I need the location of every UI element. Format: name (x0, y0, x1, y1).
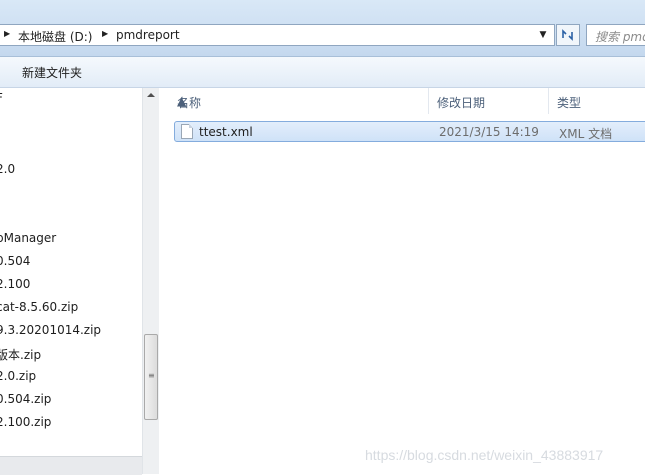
column-header-modified[interactable]: 修改日期 (429, 88, 549, 114)
nav-item[interactable]: 版本.zip (0, 346, 41, 363)
nav-item[interactable]: pManager (0, 231, 56, 245)
breadcrumb-chevron-icon[interactable]: ▶ (102, 29, 108, 38)
file-name: ttest.xml (199, 125, 253, 139)
breadcrumb-chevron-icon[interactable]: ▶ (4, 29, 10, 38)
nav-item[interactable]: F (0, 91, 3, 105)
navigation-scrollbar[interactable]: ≡ (142, 88, 159, 474)
file-icon (181, 124, 193, 139)
breadcrumb-drive[interactable]: 本地磁盘 (D:) (18, 28, 92, 45)
refresh-button[interactable] (556, 24, 580, 46)
file-type: XML 文档 (559, 127, 613, 141)
nav-item[interactable]: 2.0.zip (0, 369, 36, 383)
nav-item[interactable]: 2.0 (0, 162, 15, 176)
refresh-icon (562, 29, 573, 41)
address-bar[interactable]: ▶ 本地磁盘 (D:) ▶ pmdreport ▼ (0, 24, 555, 46)
file-modified: 2021/3/15 14:19 (439, 125, 539, 139)
nav-item[interactable]: 2.100.zip (0, 415, 51, 429)
nav-item[interactable]: 0.504 (0, 254, 30, 268)
address-dropdown-icon[interactable]: ▼ (532, 25, 554, 45)
column-header-name[interactable]: 名称 ▲ (159, 88, 429, 114)
navigation-pane-footer (0, 456, 142, 475)
sort-ascending-icon: ▲ (177, 94, 187, 108)
nav-item[interactable]: 9.3.20201014.zip (0, 323, 101, 337)
column-header-label: 类型 (557, 96, 582, 110)
command-bar: 新建文件夹 (0, 57, 645, 88)
new-folder-button[interactable]: 新建文件夹 (22, 64, 82, 81)
nav-item[interactable]: 0.504.zip (0, 392, 51, 406)
breadcrumb-folder[interactable]: pmdreport (116, 28, 180, 42)
watermark: https://blog.csdn.net/weixin_43883917 (365, 447, 604, 463)
navigation-pane[interactable]: F 2.0 pManager 0.504 2.100 cat-8.5.60.zi… (0, 88, 159, 474)
grip-icon: ≡ (148, 371, 155, 380)
search-input[interactable]: 搜索 pmdreport (586, 24, 645, 46)
address-toolbar: ▶ 本地磁盘 (D:) ▶ pmdreport ▼ 搜索 pmdreport (0, 0, 645, 57)
nav-item[interactable]: cat-8.5.60.zip (0, 300, 78, 314)
file-row[interactable]: ttest.xml 2021/3/15 14:19 XML 文档 (174, 121, 645, 142)
column-header-type[interactable]: 类型 (549, 88, 645, 114)
file-list[interactable]: 名称 ▲ 修改日期 类型 ttest.xml 2021/3/15 14:19 X… (159, 88, 645, 474)
scroll-up-icon[interactable] (147, 93, 155, 97)
nav-item[interactable]: 2.100 (0, 277, 30, 291)
column-header-label: 修改日期 (437, 96, 486, 110)
scrollbar-thumb[interactable]: ≡ (144, 334, 158, 420)
